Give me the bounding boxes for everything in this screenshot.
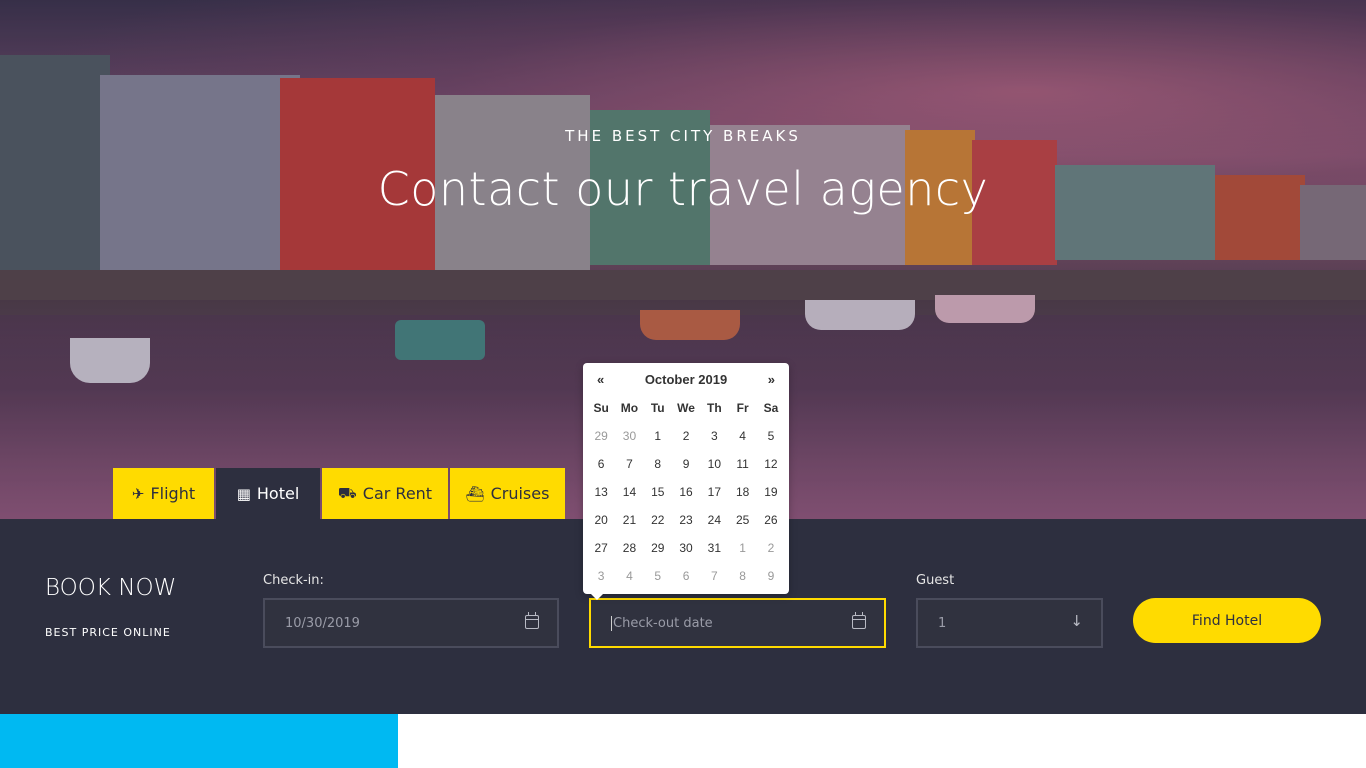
calendar-day[interactable]: 6 [587, 450, 615, 478]
weekday-header: Su [593, 401, 609, 415]
calendar-day[interactable]: 5 [757, 422, 785, 450]
guest-value: 1 [938, 615, 947, 631]
plane-icon: ✈ [131, 484, 145, 503]
calendar-day[interactable]: 7 [615, 450, 643, 478]
tab-hotel-label: Hotel [256, 484, 300, 503]
weekday-header: Sa [763, 401, 779, 415]
tab-cruises[interactable]: ⛴ Cruises [450, 468, 565, 519]
calendar-day[interactable]: 10 [700, 450, 728, 478]
calendar-day[interactable]: 2 [757, 534, 785, 562]
weekday-header: Tu [650, 401, 665, 415]
calendar-day[interactable]: 8 [644, 450, 672, 478]
calendar-day[interactable]: 17 [700, 478, 728, 506]
guest-label: Guest [916, 573, 955, 588]
weekday-header: Mo [620, 401, 639, 415]
calendar-day[interactable]: 3 [700, 422, 728, 450]
calendar-icon[interactable] [852, 612, 866, 629]
checkout-field[interactable]: Check-out date [589, 598, 886, 648]
calendar-day[interactable]: 2 [672, 422, 700, 450]
calendar-day[interactable]: 29 [644, 534, 672, 562]
calendar-day[interactable]: 22 [644, 506, 672, 534]
calendar-day[interactable]: 4 [615, 562, 643, 590]
calendar-day[interactable]: 8 [728, 562, 756, 590]
calendar-day[interactable]: 14 [615, 478, 643, 506]
tab-car-rent[interactable]: ⛟ Car Rent [322, 468, 448, 519]
book-now-subtitle: BEST PRICE ONLINE [45, 626, 171, 639]
calendar-day[interactable]: 16 [672, 478, 700, 506]
hotel-icon: ▦ [236, 484, 251, 503]
calendar-day[interactable]: 9 [757, 562, 785, 590]
calendar-day[interactable]: 20 [587, 506, 615, 534]
calendar-day[interactable]: 30 [672, 534, 700, 562]
calendar-day[interactable]: 18 [728, 478, 756, 506]
calendar-day[interactable]: 11 [728, 450, 756, 478]
checkin-value: 10/30/2019 [285, 615, 360, 631]
datepicker-prev-button[interactable]: « [597, 372, 604, 387]
calendar-day[interactable]: 27 [587, 534, 615, 562]
calendar-day[interactable]: 5 [644, 562, 672, 590]
tab-flight-label: Flight [150, 484, 196, 503]
car-icon: ⛟ [337, 483, 357, 502]
calendar-day[interactable]: 24 [700, 506, 728, 534]
book-now-title: BOOK NOW [45, 575, 177, 601]
calendar-day[interactable]: 19 [757, 478, 785, 506]
calendar-day[interactable]: 25 [728, 506, 756, 534]
text-cursor [611, 615, 612, 631]
weekday-header: Th [707, 401, 722, 415]
calendar-day[interactable]: 13 [587, 478, 615, 506]
calendar-day[interactable]: 28 [615, 534, 643, 562]
calendar-day[interactable]: 21 [615, 506, 643, 534]
tab-car-rent-label: Car Rent [362, 484, 433, 503]
ship-icon: ⛴ [465, 484, 485, 503]
calendar-icon[interactable] [525, 612, 539, 629]
tab-hotel[interactable]: ▦ Hotel [216, 468, 320, 519]
calendar-day[interactable]: 26 [757, 506, 785, 534]
datepicker-month[interactable]: October 2019 [583, 372, 789, 387]
calendar-day[interactable]: 1 [728, 534, 756, 562]
bottom-blue-block [0, 714, 398, 768]
calendar-day[interactable]: 30 [615, 422, 643, 450]
calendar-day[interactable]: 9 [672, 450, 700, 478]
tab-flight[interactable]: ✈ Flight [113, 468, 214, 519]
datepicker-grid: Su Mo Tu We Th Fr Sa 29 30 1 2 3 4 5 6 7 8 9 10 11 12 13 14 15 1… [587, 394, 785, 590]
calendar-day[interactable]: 3 [587, 562, 615, 590]
checkout-placeholder: Check-out date [613, 615, 713, 631]
calendar-day[interactable]: 31 [700, 534, 728, 562]
booking-tabs: ✈ Flight ▦ Hotel ⛟ Car Rent ⛴ Cruises [113, 468, 567, 519]
hero-subtitle: THE BEST CITY BREAKS [565, 127, 801, 145]
calendar-day[interactable]: 1 [644, 422, 672, 450]
weekday-header: We [677, 401, 695, 415]
checkin-field[interactable]: 10/30/2019 [263, 598, 559, 648]
checkin-label: Check-in: [263, 573, 324, 588]
calendar-day[interactable]: 15 [644, 478, 672, 506]
arrow-down-icon: ↓ [1070, 612, 1083, 630]
calendar-day[interactable]: 23 [672, 506, 700, 534]
datepicker-popup: October 2019 « » Su Mo Tu We Th Fr Sa 29 30 1 2 3 4 5… [583, 363, 789, 600]
weekday-header: Fr [736, 401, 749, 415]
calendar-day[interactable]: 29 [587, 422, 615, 450]
calendar-day[interactable]: 12 [757, 450, 785, 478]
guest-select[interactable]: 1 ↓ [916, 598, 1103, 648]
calendar-day[interactable]: 7 [700, 562, 728, 590]
datepicker-next-button[interactable]: » [768, 372, 775, 387]
hero-title: Contact our travel agency [377, 162, 989, 216]
tab-cruises-label: Cruises [490, 484, 550, 503]
find-hotel-button[interactable]: Find Hotel [1133, 598, 1321, 643]
calendar-day[interactable]: 6 [672, 562, 700, 590]
datepicker-header: October 2019 « » [583, 371, 789, 391]
calendar-day[interactable]: 4 [728, 422, 756, 450]
